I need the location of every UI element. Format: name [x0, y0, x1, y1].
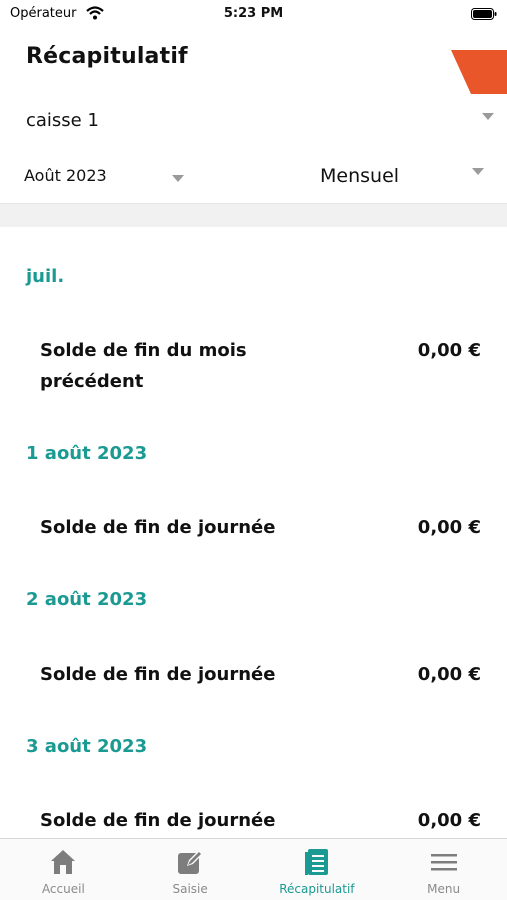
row-label: Solde de fin de journée: [40, 664, 276, 685]
chevron-down-icon: [482, 113, 494, 120]
row-amount: 0,00 €: [417, 517, 481, 538]
divider: [0, 203, 507, 227]
section-header: 1 août 2023: [26, 443, 148, 464]
list-icon: [304, 849, 328, 875]
battery-icon: [471, 8, 497, 20]
row-amount: 0,00 €: [417, 810, 481, 831]
mode-value: Mensuel: [320, 165, 400, 187]
home-icon: [51, 850, 76, 874]
row-label: Solde de fin du mois précédent: [40, 335, 247, 397]
row-label: Solde de fin de journée: [40, 517, 276, 538]
row-label-line2: précédent: [40, 371, 144, 392]
tab-label: Menu: [427, 882, 461, 896]
section-header: 2 août 2023: [26, 589, 148, 610]
tab-saisie[interactable]: Saisie: [127, 839, 254, 900]
cash-register-value: caisse 1: [26, 110, 99, 131]
tab-recapitulatif[interactable]: Récapitulatif: [254, 839, 381, 900]
status-bar: Opérateur 5:23 PM: [0, 0, 507, 30]
page-title: Récapitulatif: [26, 44, 188, 69]
tab-label: Saisie: [172, 882, 208, 896]
edit-icon: [178, 849, 205, 874]
summary-list[interactable]: juil. Solde de fin du mois précédent 0,0…: [0, 227, 507, 837]
tab-menu[interactable]: Menu: [380, 839, 507, 900]
period-select[interactable]: Août 2023: [24, 162, 194, 194]
row-amount: 0,00 €: [417, 664, 481, 685]
tab-label: Accueil: [41, 882, 85, 896]
clock: 5:23 PM: [223, 6, 284, 21]
section-header: 3 août 2023: [26, 736, 148, 757]
row-amount: 0,00 €: [417, 340, 481, 361]
chevron-down-icon: [172, 175, 184, 182]
tab-accueil[interactable]: Accueil: [0, 839, 127, 900]
section-header: juil.: [26, 266, 65, 287]
tab-bar: Accueil Saisie Récapitulatif Menu: [0, 838, 507, 900]
hamburger-icon: [430, 854, 457, 871]
row-label-line1: Solde de fin du mois: [40, 340, 247, 361]
corner-ribbon-icon[interactable]: [451, 50, 507, 94]
row-label: Solde de fin de journée: [40, 810, 276, 831]
chevron-down-icon: [472, 168, 484, 175]
mode-select[interactable]: Mensuel: [320, 162, 490, 194]
period-value: Août 2023: [24, 166, 107, 185]
tab-label: Récapitulatif: [279, 882, 355, 896]
cash-register-select[interactable]: caisse 1: [26, 104, 496, 140]
